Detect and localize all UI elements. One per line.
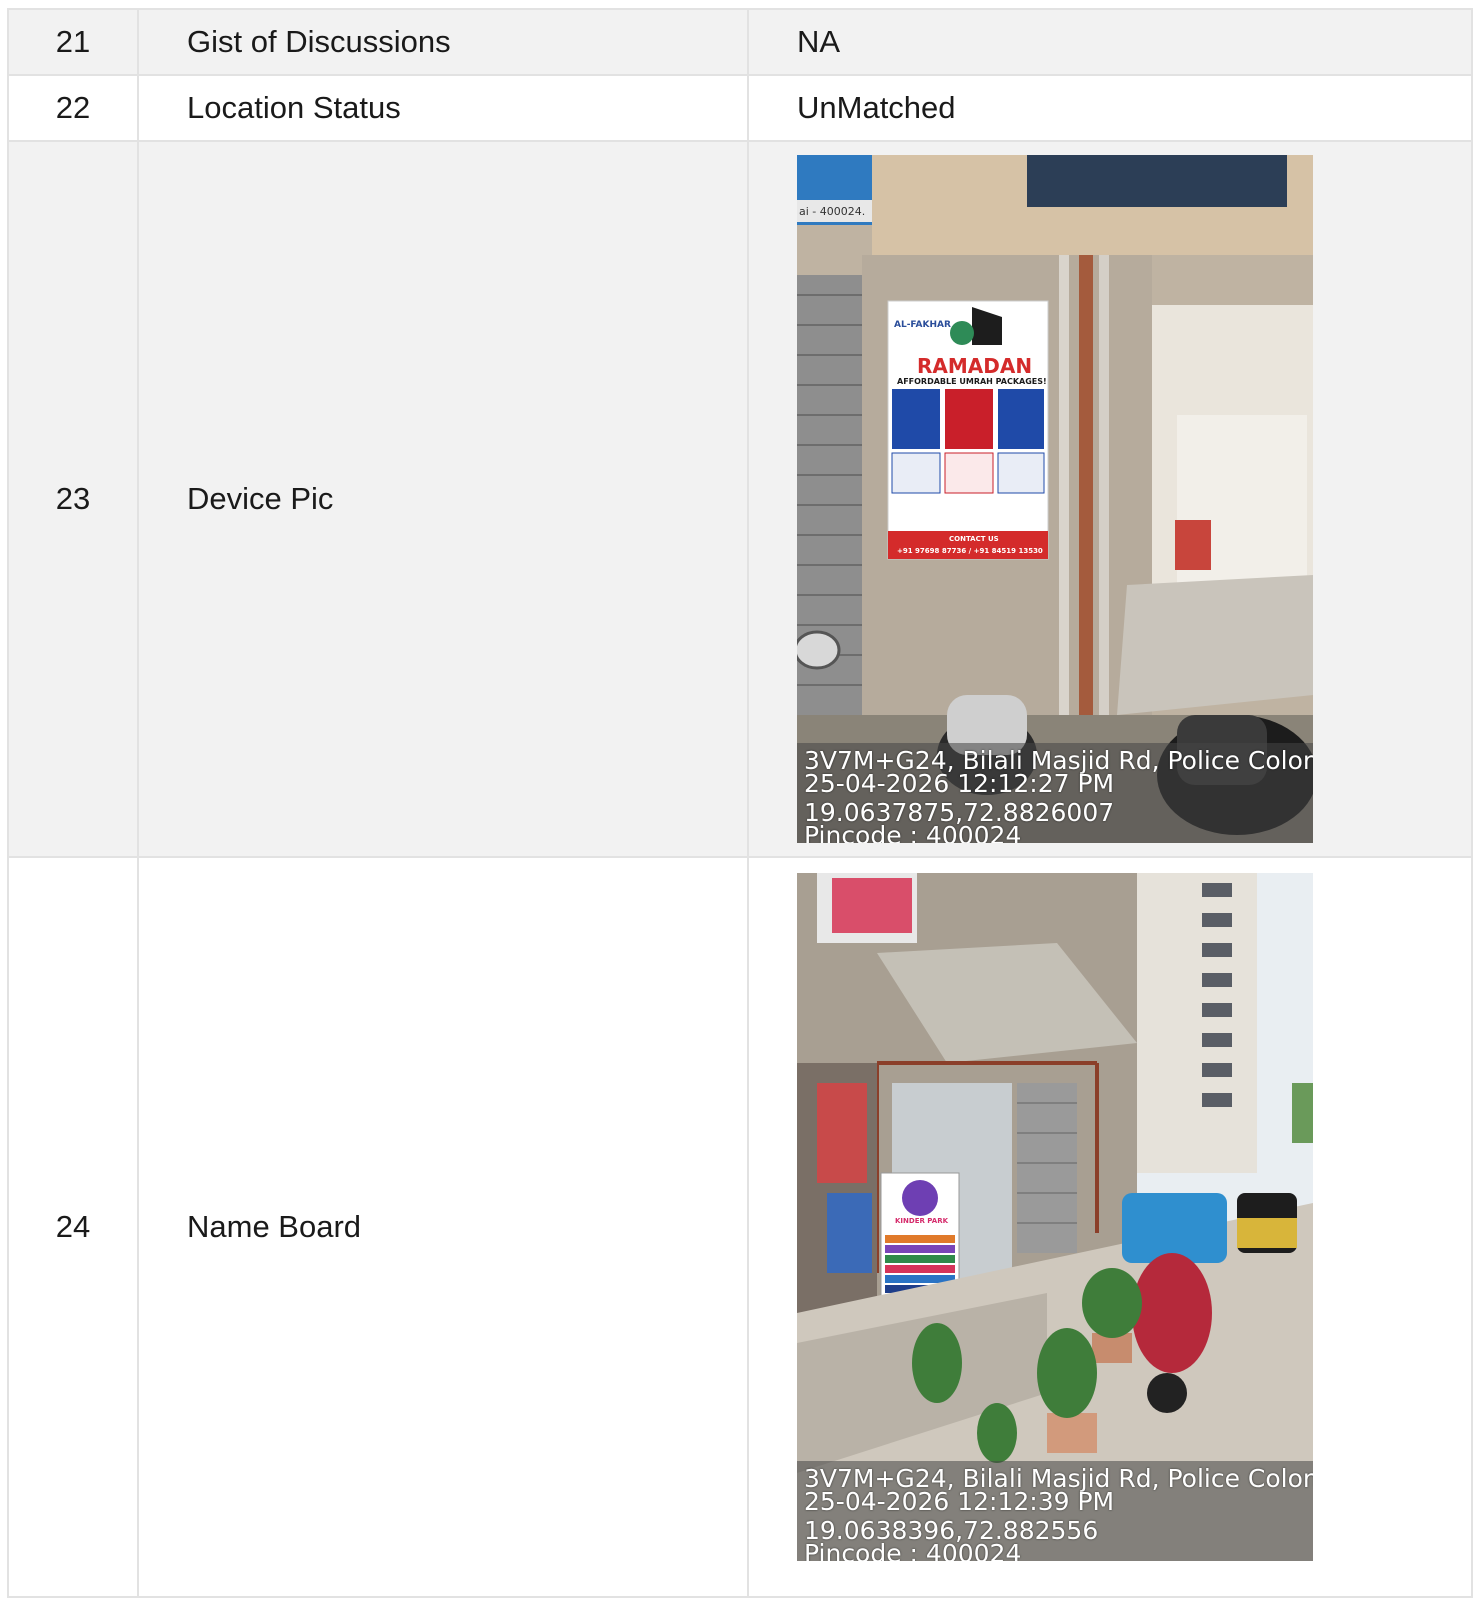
device-pic-cell: ai - 400024. AL-FAKHAR RAMADAN AFFORDABL… bbox=[747, 140, 1473, 858]
row-label: Gist of Discussions bbox=[137, 8, 749, 76]
table-row: 23 Device Pic ai - 400024. AL-FAKHAR RAM… bbox=[7, 140, 1473, 858]
table-row: 24 Name Board KINDER PARK 3V7M+G24, Bila… bbox=[7, 856, 1473, 1598]
poster-title: RAMADAN bbox=[917, 354, 1032, 378]
poster-contact: CONTACT US bbox=[949, 535, 999, 543]
poster-phone: +91 97698 87736 / +91 84519 13530 bbox=[897, 547, 1043, 555]
table-row: 22 Location Status UnMatched bbox=[7, 74, 1473, 142]
name-board-photo-scene: KINDER PARK bbox=[797, 873, 1313, 1561]
poster-subtitle: AFFORDABLE UMRAH PACKAGES! bbox=[897, 377, 1047, 386]
photo-geo-stamp: 3V7M+G24, Bilali Masjid Rd, Police Colon… bbox=[797, 1461, 1313, 1561]
row-label: Location Status bbox=[137, 74, 749, 142]
table-row: 21 Gist of Discussions NA bbox=[7, 8, 1473, 76]
row-number: 22 bbox=[7, 74, 139, 142]
row-label: Name Board bbox=[137, 856, 749, 1598]
location-status-value: UnMatched bbox=[747, 74, 1473, 142]
stamp-datetime: 25-04-2026 12:12:39 PM bbox=[804, 1487, 1115, 1516]
row-label: Device Pic bbox=[137, 140, 749, 858]
device-photo[interactable]: ai - 400024. AL-FAKHAR RAMADAN AFFORDABL… bbox=[797, 155, 1313, 843]
photo-geo-stamp: 3V7M+G24, Bilali Masjid Rd, Police Colon… bbox=[797, 743, 1313, 843]
row-number: 24 bbox=[7, 856, 139, 1598]
row-number: 23 bbox=[7, 140, 139, 858]
stamp-datetime: 25-04-2026 12:12:27 PM bbox=[804, 769, 1115, 798]
wall-address-text: ai - 400024. bbox=[799, 205, 865, 218]
name-board-cell: KINDER PARK 3V7M+G24, Bilali Masjid Rd, … bbox=[747, 856, 1473, 1598]
board-brand: KINDER PARK bbox=[895, 1217, 949, 1225]
row-value: NA bbox=[747, 8, 1473, 76]
report-table: 21 Gist of Discussions NA 22 Location St… bbox=[7, 8, 1473, 1598]
row-number: 21 bbox=[7, 8, 139, 76]
poster-brand: AL-FAKHAR bbox=[894, 320, 951, 330]
name-board-photo[interactable]: KINDER PARK 3V7M+G24, Bilali Masjid Rd, … bbox=[797, 873, 1313, 1561]
device-photo-scene: ai - 400024. AL-FAKHAR RAMADAN AFFORDABL… bbox=[797, 155, 1313, 843]
